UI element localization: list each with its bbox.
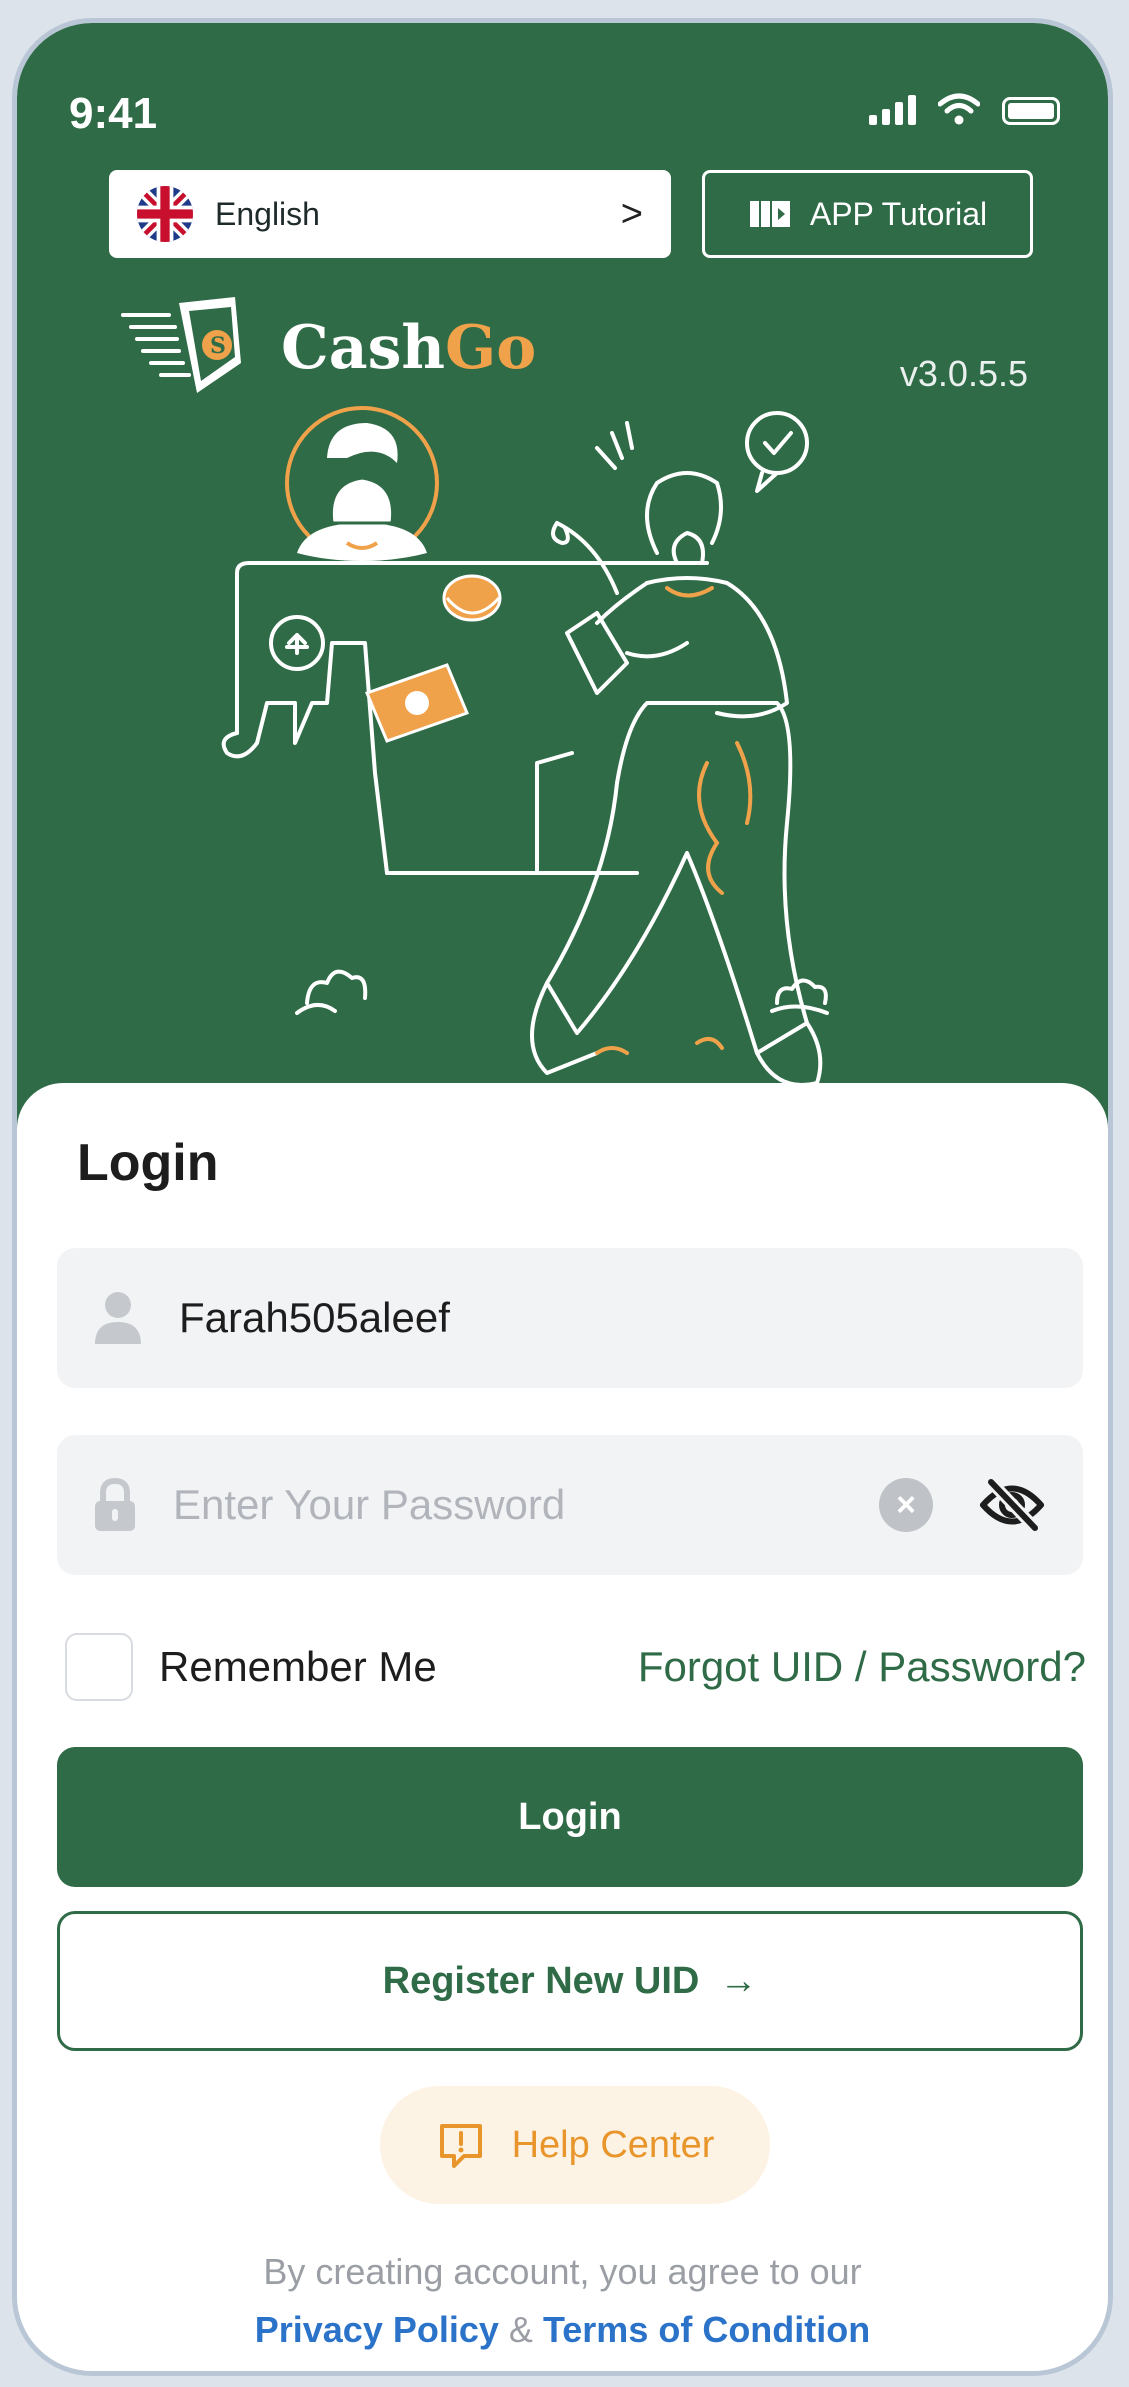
app-version: v3.0.5.5 <box>899 353 1028 394</box>
ampersand: & <box>508 2309 533 2350</box>
eye-off-icon[interactable] <box>977 1478 1047 1532</box>
uk-flag-icon <box>137 186 193 242</box>
password-placeholder: Enter Your Password <box>173 1481 566 1528</box>
money-wings-icon: S <box>121 297 241 393</box>
phone-frame: 9:41 English > APP Tutorial S CashGo v3.… <box>12 18 1113 2376</box>
arrow-right-icon: → <box>719 1959 758 2002</box>
chevron-right-icon: > <box>620 192 643 235</box>
brand-name: CashGo <box>281 313 537 383</box>
lock-icon <box>95 1477 135 1531</box>
remember-label: Remember Me <box>159 1643 437 1690</box>
wifi-icon <box>938 93 980 125</box>
password-field[interactable]: Enter Your Password × <box>57 1435 1083 1575</box>
remember-checkbox[interactable] <box>65 1633 133 1701</box>
help-center-button[interactable]: Help Center <box>380 2086 770 2204</box>
hero-banner: 9:41 English > APP Tutorial S CashGo v3.… <box>17 23 1108 1143</box>
book-icon <box>749 201 790 227</box>
signal-icon <box>869 93 916 125</box>
forgot-password-link[interactable]: Forgot UID / Password? <box>638 1643 1086 1691</box>
svg-text:S: S <box>210 333 226 359</box>
agreement-text: By creating account, you agree to our <box>263 2251 862 2292</box>
user-icon <box>95 1292 141 1344</box>
alert-message-icon <box>439 2124 482 2168</box>
battery-icon <box>1002 97 1060 125</box>
language-label: English <box>215 195 320 232</box>
app-tutorial-button[interactable]: APP Tutorial <box>702 170 1033 258</box>
help-center-label: Help Center <box>511 2123 715 2166</box>
privacy-policy-link[interactable]: Privacy Policy <box>255 2309 499 2350</box>
cashgo-logo: S CashGo <box>117 293 536 403</box>
username-field[interactable]: Farah505aleef <box>57 1248 1083 1388</box>
hero-illustration <box>221 406 829 1087</box>
status-icons <box>869 93 1060 125</box>
register-label: Register New UID <box>382 1959 700 2002</box>
register-button[interactable]: Register New UID → <box>57 1911 1083 2051</box>
login-button[interactable]: Login <box>57 1747 1083 1887</box>
terms-link[interactable]: Terms of Condition <box>543 2309 870 2350</box>
agreement-links: Privacy Policy & Terms of Condition <box>17 2309 1108 2351</box>
tutorial-label: APP Tutorial <box>809 195 988 232</box>
clear-input-icon[interactable]: × <box>879 1478 933 1532</box>
status-time: 9:41 <box>69 89 158 138</box>
remember-me[interactable]: Remember Me <box>65 1633 437 1701</box>
login-title: Login <box>77 1134 219 1192</box>
username-value: Farah505aleef <box>179 1294 450 1341</box>
language-selector[interactable]: English > <box>109 170 671 258</box>
